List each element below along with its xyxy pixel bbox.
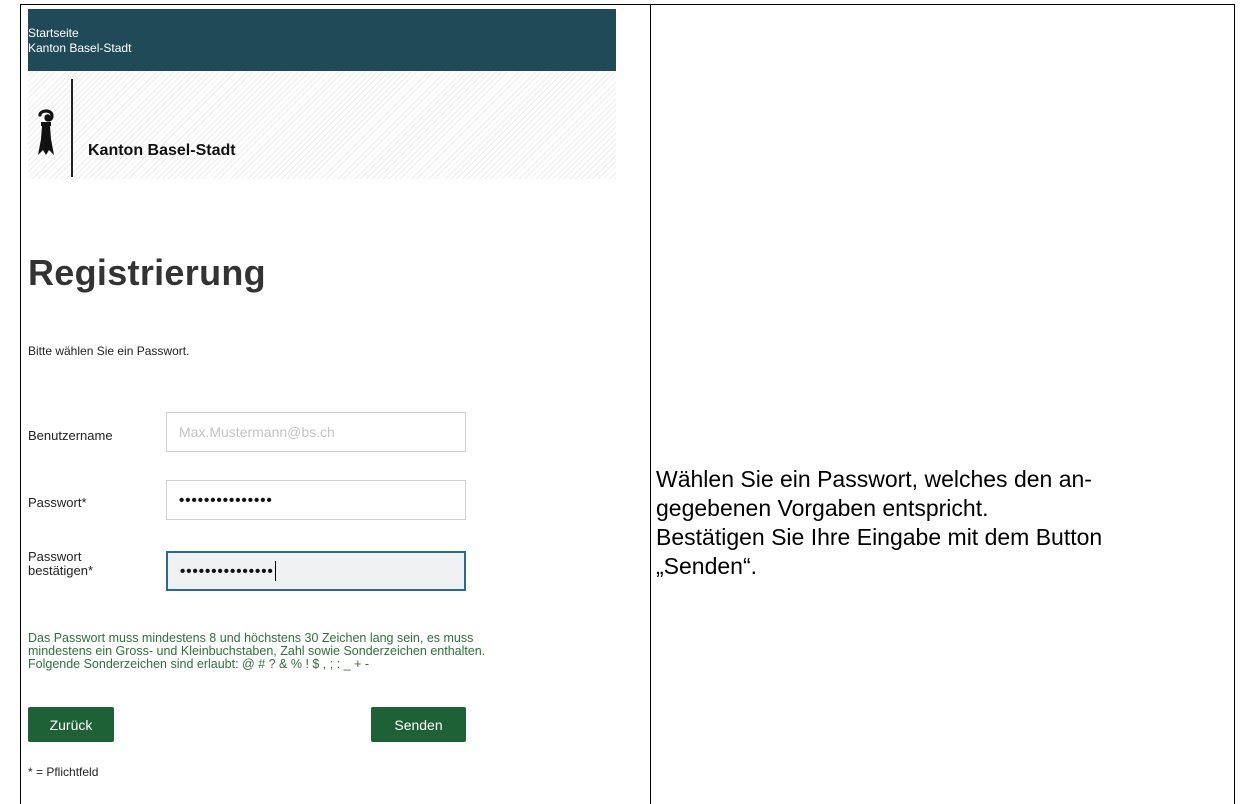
instruction-text: Wählen Sie ein Passwort, welches den an-… — [656, 465, 1226, 581]
password-rules-hint: Das Passwort muss mindestens 8 und höchs… — [28, 632, 616, 671]
text-caret — [274, 561, 276, 581]
logo-divider — [71, 79, 73, 177]
username-label: Benutzername — [28, 428, 113, 443]
instruction-line: „Senden“. — [656, 553, 758, 579]
password-confirm-label-line1: Passwort — [28, 549, 82, 564]
password-confirm-label-line2: bestätigen* — [28, 563, 94, 578]
home-link[interactable]: Startseite — [28, 26, 79, 40]
instruction-line: gegebenen Vorgaben entspricht. — [656, 495, 989, 521]
instruction-line: Wählen Sie ein Passwort, welches den an- — [656, 466, 1092, 492]
username-field[interactable] — [166, 412, 466, 452]
password-label: Passwort* — [28, 495, 87, 510]
brand-name: Kanton Basel-Stadt — [88, 142, 236, 159]
password-value: ••••••••••••••• — [179, 491, 273, 509]
password-confirm-value: ••••••••••••••• — [180, 562, 274, 580]
site-header: Kanton Basel-Stadt — [28, 71, 616, 179]
registration-page-screenshot: Startseite Kanton Basel-Stadt Kanton Bas… — [28, 9, 616, 789]
baselstab-icon — [38, 109, 54, 155]
password-confirm-field[interactable]: ••••••••••••••• — [166, 551, 466, 591]
password-confirm-label: Passwort bestätigen* — [28, 550, 93, 578]
back-button[interactable]: Zurück — [28, 707, 114, 742]
top-navigation-bar: Startseite Kanton Basel-Stadt — [28, 9, 616, 71]
hint-line: Folgende Sonderzeichen sind erlaubt: @ #… — [28, 657, 370, 671]
required-field-note: * = Pflichtfeld — [28, 765, 99, 779]
send-button[interactable]: Senden — [371, 707, 466, 742]
page-title: Registrierung — [28, 252, 266, 293]
password-field[interactable]: ••••••••••••••• — [166, 480, 466, 520]
intro-text: Bitte wählen Sie ein Passwort. — [28, 344, 190, 358]
document-table-divider — [650, 4, 651, 804]
canton-link[interactable]: Kanton Basel-Stadt — [28, 41, 131, 55]
instruction-line: Bestätigen Sie Ihre Eingabe mit dem Butt… — [656, 524, 1103, 550]
